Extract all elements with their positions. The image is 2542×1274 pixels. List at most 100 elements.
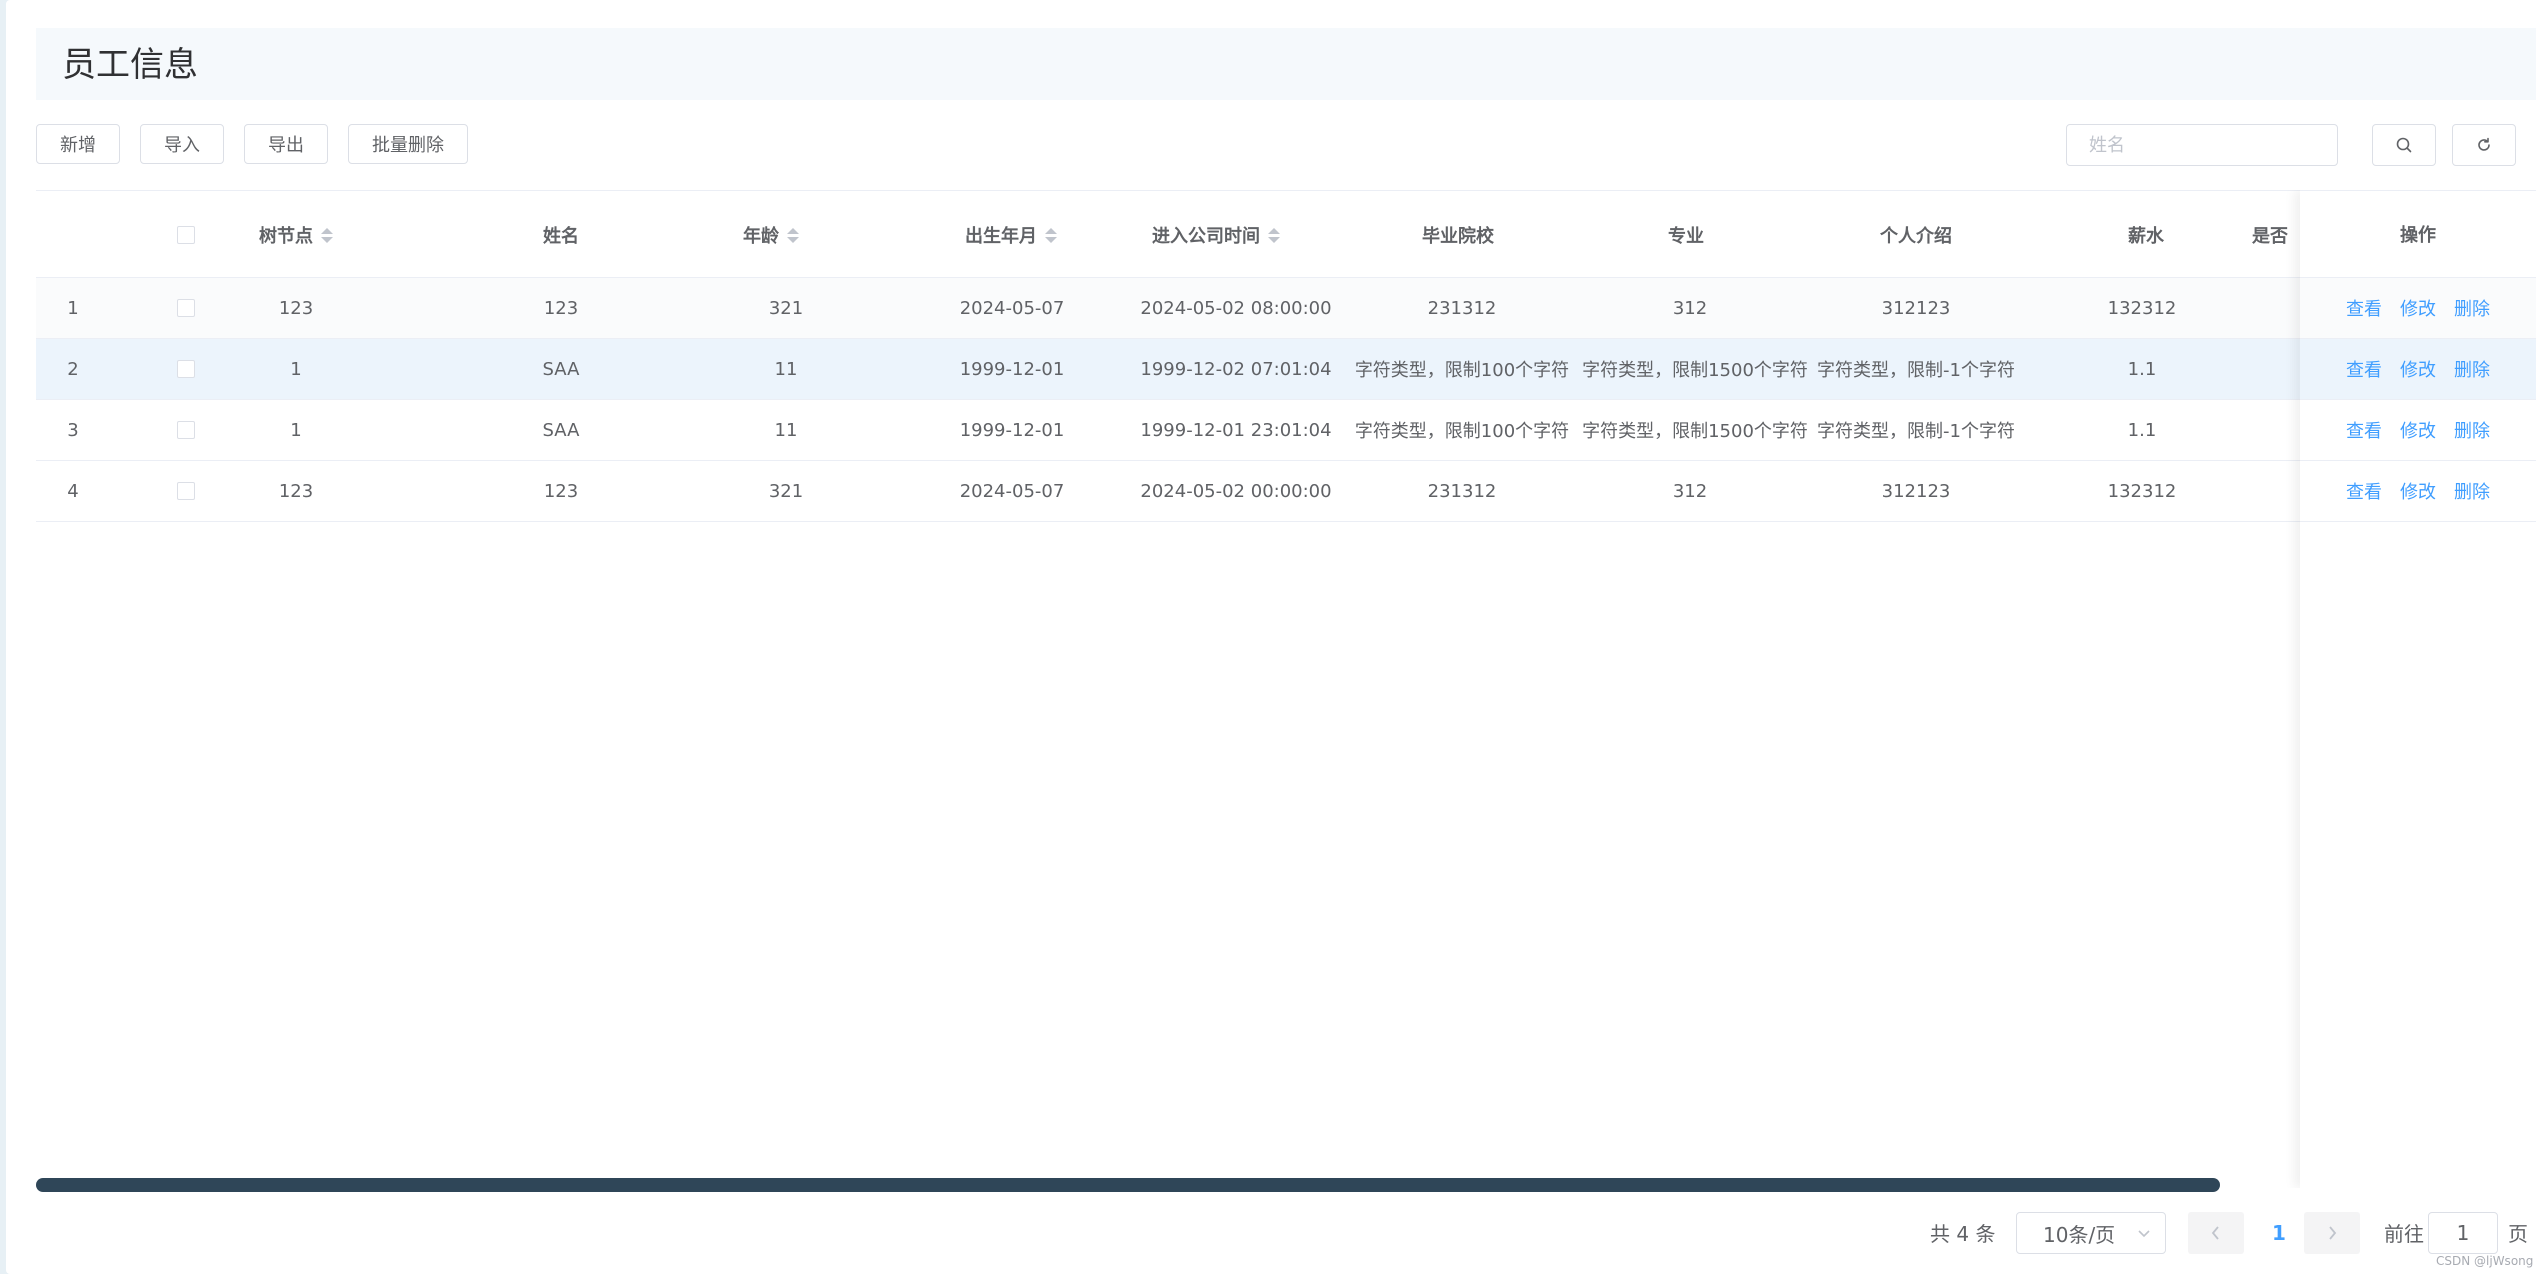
header-actions: 操作	[2300, 190, 2536, 278]
goto-prefix: 前往	[2384, 1222, 2424, 1246]
cell-name: SAA	[542, 358, 580, 380]
view-link[interactable]: 查看	[2346, 295, 2382, 321]
cell-birth: 1999-12-01	[959, 358, 1065, 380]
view-link[interactable]: 查看	[2346, 356, 2382, 382]
export-button[interactable]: 导出	[244, 124, 328, 164]
cell-school: 字符类型，限制100个字符	[1354, 360, 1570, 381]
header-tree-node[interactable]: 树节点	[216, 191, 376, 279]
row-actions: 查看 修改 删除	[2300, 400, 2536, 461]
row-index: 2	[67, 358, 79, 380]
fixed-actions-column: 操作 查看 修改 删除 查看 修改 删除 查看 修改 删除 查看 修改 删除	[2300, 190, 2536, 1188]
delete-link[interactable]: 删除	[2454, 478, 2490, 504]
chevron-right-icon	[2329, 1226, 2337, 1240]
cell-name: SAA	[542, 419, 580, 441]
goto-page-input[interactable]	[2428, 1212, 2498, 1254]
employee-table: 树节点 姓名 年龄 出生年月 进入公司时间 毕业院校 专业 个人介绍 薪水 是否…	[36, 190, 2536, 1188]
cell-intro: 312123	[1881, 480, 1951, 502]
cell-school: 字符类型，限制100个字符	[1354, 421, 1570, 442]
pagination-total: 共 4 条	[1930, 1222, 1996, 1246]
cell-age: 11	[774, 358, 798, 380]
page-title: 员工信息	[62, 45, 198, 85]
edit-link[interactable]: 修改	[2400, 417, 2436, 443]
header-name-label: 姓名	[543, 226, 579, 247]
sort-icon[interactable]	[1045, 227, 1057, 243]
sort-icon[interactable]	[1268, 227, 1280, 243]
cell-join-time: 1999-12-01 23:01:04	[1140, 419, 1332, 441]
cell-tree-node: 123	[278, 297, 314, 319]
header-birth-label: 出生年月	[965, 226, 1037, 247]
header-intro-label: 个人介绍	[1880, 226, 1952, 247]
cell-name: 123	[543, 480, 579, 502]
cell-tree-node: 123	[278, 480, 314, 502]
cell-salary: 1.1	[2127, 358, 2157, 380]
header-salary-label: 薪水	[2128, 226, 2164, 247]
name-search-input[interactable]	[2066, 124, 2338, 166]
header-school: 毕业院校	[1348, 191, 1568, 279]
header-tree-node-label: 树节点	[259, 226, 313, 247]
table-row: 4 123 123 321 2024-05-07 2024-05-02 00:0…	[36, 461, 2536, 522]
refresh-button[interactable]	[2452, 124, 2516, 166]
header-school-label: 毕业院校	[1422, 226, 1494, 247]
row-checkbox[interactable]	[177, 482, 195, 500]
view-link[interactable]: 查看	[2346, 417, 2382, 443]
header-birth[interactable]: 出生年月	[896, 191, 1126, 279]
page-number-1[interactable]: 1	[2254, 1212, 2304, 1254]
row-index: 4	[67, 480, 79, 502]
cell-major: 312	[1672, 480, 1708, 502]
header-join-time[interactable]: 进入公司时间	[1096, 191, 1336, 279]
horizontal-scrollbar[interactable]	[36, 1178, 2536, 1194]
table-row: 1 123 123 321 2024-05-07 2024-05-02 08:0…	[36, 278, 2536, 339]
cell-birth: 2024-05-07	[959, 480, 1065, 502]
row-actions: 查看 修改 删除	[2300, 339, 2536, 400]
batch-delete-button[interactable]: 批量删除	[348, 124, 468, 164]
cell-birth: 1999-12-01	[959, 419, 1065, 441]
next-page-button[interactable]	[2304, 1212, 2360, 1254]
header-major-label: 专业	[1668, 226, 1704, 247]
add-button[interactable]: 新增	[36, 124, 120, 164]
scrollbar-thumb[interactable]	[36, 1178, 2220, 1192]
edit-link[interactable]: 修改	[2400, 295, 2436, 321]
edit-link[interactable]: 修改	[2400, 356, 2436, 382]
header-join-time-label: 进入公司时间	[1152, 226, 1260, 247]
cell-tree-node: 1	[290, 358, 302, 380]
cell-intro: 字符类型，限制-1个字符	[1817, 360, 2015, 381]
cell-intro: 312123	[1881, 297, 1951, 319]
title-bar: 员工信息	[36, 28, 2536, 100]
import-button[interactable]: 导入	[140, 124, 224, 164]
edit-link[interactable]: 修改	[2400, 478, 2436, 504]
chevron-left-icon	[2211, 1226, 2219, 1240]
row-checkbox[interactable]	[177, 360, 195, 378]
select-all-checkbox[interactable]	[177, 226, 195, 244]
sort-icon[interactable]	[787, 227, 799, 243]
table-row: 3 1 SAA 11 1999-12-01 1999-12-01 23:01:0…	[36, 400, 2536, 461]
search-button[interactable]	[2372, 124, 2436, 166]
row-checkbox[interactable]	[177, 299, 195, 317]
cell-major: 312	[1672, 297, 1708, 319]
delete-link[interactable]: 删除	[2454, 356, 2490, 382]
row-index: 3	[67, 419, 79, 441]
chevron-down-icon	[2138, 1230, 2150, 1238]
prev-page-button[interactable]	[2188, 1212, 2244, 1254]
row-actions: 查看 修改 删除	[2300, 278, 2536, 339]
cell-birth: 2024-05-07	[959, 297, 1065, 319]
cell-major: 字符类型，限制1500个字符	[1582, 421, 1808, 442]
cell-salary: 1.1	[2127, 419, 2157, 441]
header-salary: 薪水	[2036, 191, 2256, 279]
header-major: 专业	[1576, 191, 1796, 279]
cell-age: 321	[768, 297, 804, 319]
cell-age: 321	[768, 480, 804, 502]
search-icon	[2396, 137, 2412, 153]
delete-link[interactable]: 删除	[2454, 417, 2490, 443]
header-age-label: 年龄	[743, 226, 779, 247]
delete-link[interactable]: 删除	[2454, 295, 2490, 321]
cell-join-time: 2024-05-02 00:00:00	[1140, 480, 1332, 502]
cell-salary: 132312	[2107, 480, 2177, 502]
cell-tree-node: 1	[290, 419, 302, 441]
sort-icon[interactable]	[321, 227, 333, 243]
header-age[interactable]: 年龄	[656, 191, 886, 279]
view-link[interactable]: 查看	[2346, 478, 2382, 504]
goto-suffix: 页	[2508, 1222, 2528, 1246]
row-checkbox[interactable]	[177, 421, 195, 439]
page-size-select[interactable]: 10条/页	[2016, 1212, 2166, 1254]
refresh-icon	[2478, 137, 2490, 151]
